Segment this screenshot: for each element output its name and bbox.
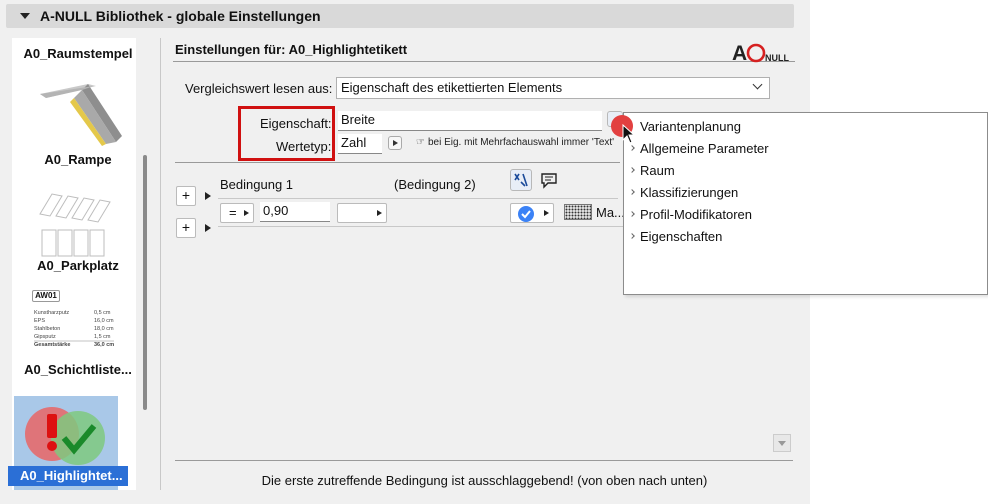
divider xyxy=(160,38,161,490)
collapse-triangle-icon[interactable] xyxy=(20,13,30,19)
footer-note: Die erste zutreffende Bedingung ist auss… xyxy=(261,473,708,488)
condition2-dropdown[interactable] xyxy=(337,203,387,223)
scroll-down-button[interactable] xyxy=(773,434,791,452)
list-item-schichtliste[interactable]: A0_Schichtliste... xyxy=(20,362,136,377)
menu-item-variantenplanung[interactable]: Variantenplanung xyxy=(624,116,987,138)
svg-text:NULL: NULL xyxy=(765,53,789,63)
valuetype-dropdown-button[interactable] xyxy=(388,136,402,150)
list-item-parkplatz[interactable]: A0_Parkplatz xyxy=(20,258,136,273)
compare-source-dropdown[interactable]: Eigenschaft des etikettierten Elements xyxy=(336,77,770,99)
chevron-right-icon xyxy=(244,210,249,216)
svg-text:36,0 cm: 36,0 cm xyxy=(94,342,114,348)
svg-text:Gesamtstärke: Gesamtstärke xyxy=(34,342,70,348)
svg-text:18,0 cm: 18,0 cm xyxy=(94,326,114,332)
list-scrollbar[interactable] xyxy=(143,155,147,410)
property-context-menu: Variantenplanung Allgemeine Parameter Ra… xyxy=(623,112,988,295)
parkplatz-thumbnail-icon[interactable] xyxy=(36,184,116,260)
condition2-label: (Bedingung 2) xyxy=(394,177,476,192)
rampe-thumbnail-icon[interactable] xyxy=(36,80,128,148)
svg-text:16,0 cm: 16,0 cm xyxy=(94,318,114,324)
svg-text:1,5 cm: 1,5 cm xyxy=(94,334,111,340)
expand-row-icon[interactable] xyxy=(205,224,211,232)
property-label: Eigenschaft: xyxy=(260,116,332,131)
list-item-rampe[interactable]: A0_Rampe xyxy=(20,152,136,167)
chevron-down-icon xyxy=(752,79,763,90)
comment-icon[interactable] xyxy=(540,171,558,189)
hand-pointer-icon: ☞ xyxy=(416,137,425,148)
valuetype-hint: ☞ bei Eig. mit Mehrfachauswahl immer 'Tex… xyxy=(416,137,616,148)
chevron-right-icon xyxy=(377,210,382,216)
operator-value: = xyxy=(229,205,237,220)
svg-text:Stahlbeton: Stahlbeton xyxy=(34,326,60,332)
menu-item-raum[interactable]: Raum xyxy=(624,160,987,182)
operator-dropdown[interactable]: = xyxy=(220,203,254,223)
chevron-right-icon xyxy=(629,211,635,217)
anull-logo-icon: A NULL xyxy=(732,42,789,64)
expand-row-icon[interactable] xyxy=(205,192,211,200)
heading-divider xyxy=(173,61,795,62)
panel-titlebar[interactable]: A-NULL Bibliothek - globale Einstellunge… xyxy=(6,4,794,28)
layer-tag-badge: AW01 xyxy=(32,290,60,302)
chevron-right-icon xyxy=(629,233,635,239)
svg-text:EPS: EPS xyxy=(34,318,45,324)
compare-mode-button[interactable] xyxy=(510,169,532,191)
property-field[interactable]: Breite xyxy=(338,111,602,131)
material-swatch-icon[interactable] xyxy=(564,204,592,220)
highlight-state-dropdown[interactable] xyxy=(510,203,554,223)
chevron-right-icon xyxy=(629,167,635,173)
svg-text:Kunstharzputz: Kunstharzputz xyxy=(34,310,69,316)
menu-item-allgemeine-parameter[interactable]: Allgemeine Parameter xyxy=(624,138,987,160)
condition-value-field[interactable]: 0,90 xyxy=(260,202,330,222)
valuetype-label: Wertetyp: xyxy=(276,139,332,154)
condition1-label: Bedingung 1 xyxy=(220,177,294,192)
menu-item-klassifizierungen[interactable]: Klassifizierungen xyxy=(624,182,987,204)
settings-heading: Einstellungen für: A0_Highlightetikett xyxy=(175,42,408,57)
svg-text:A: A xyxy=(732,42,747,64)
condition-header-divider xyxy=(218,198,618,199)
compare-source-label: Vergleichswert lesen aus: xyxy=(185,81,333,96)
svg-text:0,5 cm: 0,5 cm xyxy=(94,310,111,316)
mouse-cursor-icon xyxy=(622,124,636,144)
chevron-right-icon xyxy=(629,145,635,151)
valuetype-field[interactable]: Zahl xyxy=(338,134,382,154)
panel-title: A-NULL Bibliothek - globale Einstellunge… xyxy=(40,8,321,24)
conditions-divider xyxy=(175,162,620,163)
list-item-raumstempel[interactable]: A0_Raumstempel xyxy=(20,46,136,61)
footer-divider xyxy=(175,460,793,461)
chevron-right-icon xyxy=(544,210,549,216)
menu-item-eigenschaften[interactable]: Eigenschaften xyxy=(624,226,987,248)
add-condition-button[interactable]: + xyxy=(176,186,196,206)
row-divider xyxy=(218,226,623,227)
menu-item-profil-modifikatoren[interactable]: Profil-Modifikatoren xyxy=(624,204,987,226)
check-circle-icon xyxy=(518,206,534,222)
scale-compare-icon xyxy=(514,173,528,187)
chevron-right-icon xyxy=(629,189,635,195)
list-item-highlightetikett[interactable]: A0_Highlightet... xyxy=(8,466,128,486)
compare-source-value: Eigenschaft des etikettierten Elements xyxy=(341,80,563,95)
svg-text:Gipsputz: Gipsputz xyxy=(34,334,56,340)
schichtliste-thumbnail-icon[interactable]: Kunstharzputz 0,5 cm EPS 16,0 cm Stahlbeto… xyxy=(32,308,116,354)
material-label[interactable]: Ma... xyxy=(596,205,625,220)
add-row-button[interactable]: + xyxy=(176,218,196,238)
